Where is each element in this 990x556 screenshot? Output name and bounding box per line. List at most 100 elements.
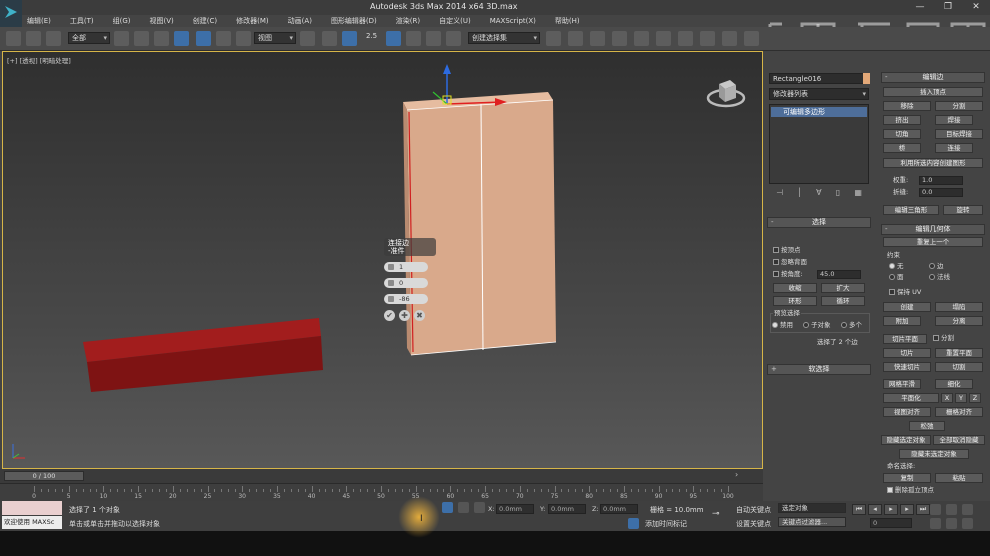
select-object-icon[interactable] bbox=[114, 31, 129, 46]
menu-tools[interactable]: 工具(T) bbox=[65, 15, 99, 27]
show-end-result-icon[interactable]: │ bbox=[797, 188, 802, 200]
relax-button[interactable]: 松弛 bbox=[909, 421, 945, 431]
planar-z-button[interactable]: Z bbox=[969, 393, 981, 403]
window-crossing-icon[interactable] bbox=[174, 31, 189, 46]
repeat-last-button[interactable]: 重复上一个 bbox=[883, 237, 983, 247]
planar-y-button[interactable]: Y bbox=[955, 393, 967, 403]
menu-create[interactable]: 创建(C) bbox=[188, 15, 222, 27]
zoom-icon[interactable] bbox=[930, 504, 941, 515]
track-bar[interactable]: 0510152025303540455055606570758085909510… bbox=[0, 483, 763, 501]
caddy-segments-field[interactable]: 1 bbox=[384, 262, 428, 272]
split-button[interactable]: 分割 bbox=[935, 101, 983, 111]
remove-modifier-icon[interactable]: ▯ bbox=[836, 188, 840, 200]
select-manipulate-icon[interactable] bbox=[322, 31, 337, 46]
render-setup-icon[interactable] bbox=[700, 31, 715, 46]
chamfer-button[interactable]: 切角 bbox=[883, 129, 921, 139]
constraint-none-radio[interactable]: 无 bbox=[889, 262, 904, 271]
caddy-ok-button[interactable]: ✔ bbox=[384, 310, 395, 321]
render-production-icon[interactable] bbox=[744, 31, 759, 46]
maxscript-welcome[interactable]: 欢迎使用 MAXSc bbox=[2, 516, 62, 529]
object-name-field[interactable]: Rectangle016 bbox=[769, 73, 865, 84]
stack-item-editable-poly[interactable]: 可编辑多边形 bbox=[771, 107, 867, 117]
object-color-swatch[interactable] bbox=[863, 73, 870, 84]
goto-end-icon[interactable]: ⏭ bbox=[916, 504, 930, 515]
caddy-slide-field[interactable]: -86 bbox=[384, 294, 428, 304]
add-time-tag[interactable]: 添加时间标记 bbox=[645, 519, 687, 529]
angle-spinner[interactable]: 45.0 bbox=[817, 270, 861, 279]
connect-button[interactable]: 连接 bbox=[935, 143, 973, 153]
create-shape-button[interactable]: 利用所选内容创建图形 bbox=[883, 158, 983, 168]
select-move-icon[interactable] bbox=[196, 31, 211, 46]
collapse-button[interactable]: 塌陷 bbox=[935, 302, 983, 312]
make-unique-icon[interactable]: ∀ bbox=[816, 188, 821, 200]
current-frame-field[interactable]: 0 bbox=[870, 518, 912, 528]
copy-button[interactable]: 复制 bbox=[883, 473, 931, 483]
select-rotate-icon[interactable] bbox=[216, 31, 231, 46]
slice-button[interactable]: 切片 bbox=[883, 348, 931, 358]
turn-button[interactable]: 旋转 bbox=[943, 205, 983, 215]
key-mode-dropdown[interactable]: 选定对象 bbox=[778, 503, 846, 513]
maxscript-listener[interactable] bbox=[2, 501, 62, 515]
menu-graph-editors[interactable]: 图形编辑器(D) bbox=[326, 15, 382, 27]
next-frame-icon[interactable]: ▸ bbox=[900, 504, 914, 515]
weight-spinner[interactable]: 1.0 bbox=[919, 176, 963, 185]
preview-subobj-radio[interactable]: 子对象 bbox=[803, 321, 831, 330]
maximize-button[interactable]: ❐ bbox=[934, 0, 962, 15]
x-coord-field[interactable]: 0.0mm bbox=[496, 504, 534, 514]
pan-icon[interactable] bbox=[946, 518, 957, 529]
menu-modifiers[interactable]: 修改器(M) bbox=[231, 15, 274, 27]
spinner-snap-icon[interactable] bbox=[426, 31, 441, 46]
menu-help[interactable]: 帮助(H) bbox=[550, 15, 585, 27]
reset-plane-button[interactable]: 重置平面 bbox=[935, 348, 983, 358]
layer-manager-icon[interactable] bbox=[590, 31, 605, 46]
split-checkbox[interactable]: 分割 bbox=[933, 334, 954, 343]
perspective-viewport[interactable]: [+] [透视] [明暗处理] 连接边 -准件 1 0 -86 ✔ ✚ ✖ bbox=[2, 51, 763, 469]
remove-button[interactable]: 移除 bbox=[883, 101, 931, 111]
constraint-edge-radio[interactable]: 边 bbox=[929, 262, 944, 271]
unhide-all-button[interactable]: 全部取消隐藏 bbox=[933, 435, 985, 445]
close-button[interactable]: ✕ bbox=[962, 0, 990, 15]
minimize-button[interactable]: — bbox=[906, 0, 934, 15]
edit-geometry-header[interactable]: - 编辑几何体 bbox=[881, 224, 985, 235]
orbit-icon[interactable] bbox=[962, 518, 973, 529]
rendered-frame-icon[interactable] bbox=[722, 31, 737, 46]
menu-views[interactable]: 视图(V) bbox=[145, 15, 179, 27]
time-slider[interactable]: 0 / 100 › bbox=[0, 469, 763, 483]
auto-key-label[interactable]: 自动关键点 bbox=[736, 505, 771, 515]
link-icon[interactable] bbox=[6, 31, 21, 46]
key-filters-button[interactable]: 关键点过滤器... bbox=[778, 517, 846, 527]
loop-button[interactable]: 循环 bbox=[821, 296, 865, 306]
menu-rendering[interactable]: 渲染(R) bbox=[391, 15, 425, 27]
lock-selection-icon[interactable] bbox=[458, 502, 469, 513]
zoom-all-icon[interactable] bbox=[946, 504, 957, 515]
edit-named-sel-icon[interactable] bbox=[446, 31, 461, 46]
selection-rollout-header[interactable]: - 选择 bbox=[767, 217, 871, 228]
make-planar-button[interactable]: 平面化 bbox=[883, 393, 939, 403]
ignore-backfacing-checkbox[interactable]: 忽略背面 bbox=[773, 258, 807, 267]
schematic-view-icon[interactable] bbox=[656, 31, 671, 46]
caddy-cancel-button[interactable]: ✖ bbox=[414, 310, 425, 321]
pivot-center-icon[interactable] bbox=[300, 31, 315, 46]
extrude-button[interactable]: 挤出 bbox=[883, 115, 921, 125]
grow-button[interactable]: 扩大 bbox=[821, 283, 865, 293]
isolate-selection-icon[interactable] bbox=[442, 502, 453, 513]
delete-isolated-checkbox[interactable]: 删除孤立顶点 bbox=[887, 486, 934, 495]
crease-spinner[interactable]: 0.0 bbox=[919, 188, 963, 197]
unlink-icon[interactable] bbox=[26, 31, 41, 46]
material-editor-icon[interactable] bbox=[678, 31, 693, 46]
curve-editor-icon[interactable] bbox=[634, 31, 649, 46]
slice-plane-button[interactable]: 切片平面 bbox=[883, 334, 927, 344]
play-icon[interactable]: ▸ bbox=[884, 504, 898, 515]
preview-off-radio[interactable]: 禁用 bbox=[772, 321, 793, 330]
prev-frame-icon[interactable]: ◂ bbox=[868, 504, 882, 515]
zoom-extents-icon[interactable] bbox=[962, 504, 973, 515]
weld-button[interactable]: 焊接 bbox=[935, 115, 973, 125]
constraint-normal-radio[interactable]: 法线 bbox=[929, 273, 950, 282]
hide-unselected-button[interactable]: 隐藏未选定对象 bbox=[899, 449, 969, 459]
modifier-list-dropdown[interactable]: 修改器列表 bbox=[769, 88, 869, 100]
menu-group[interactable]: 组(G) bbox=[108, 15, 136, 27]
menu-maxscript[interactable]: MAXScript(X) bbox=[485, 15, 541, 27]
absolute-mode-icon[interactable] bbox=[474, 502, 485, 513]
select-by-name-icon[interactable] bbox=[134, 31, 149, 46]
field-of-view-icon[interactable] bbox=[930, 518, 941, 529]
